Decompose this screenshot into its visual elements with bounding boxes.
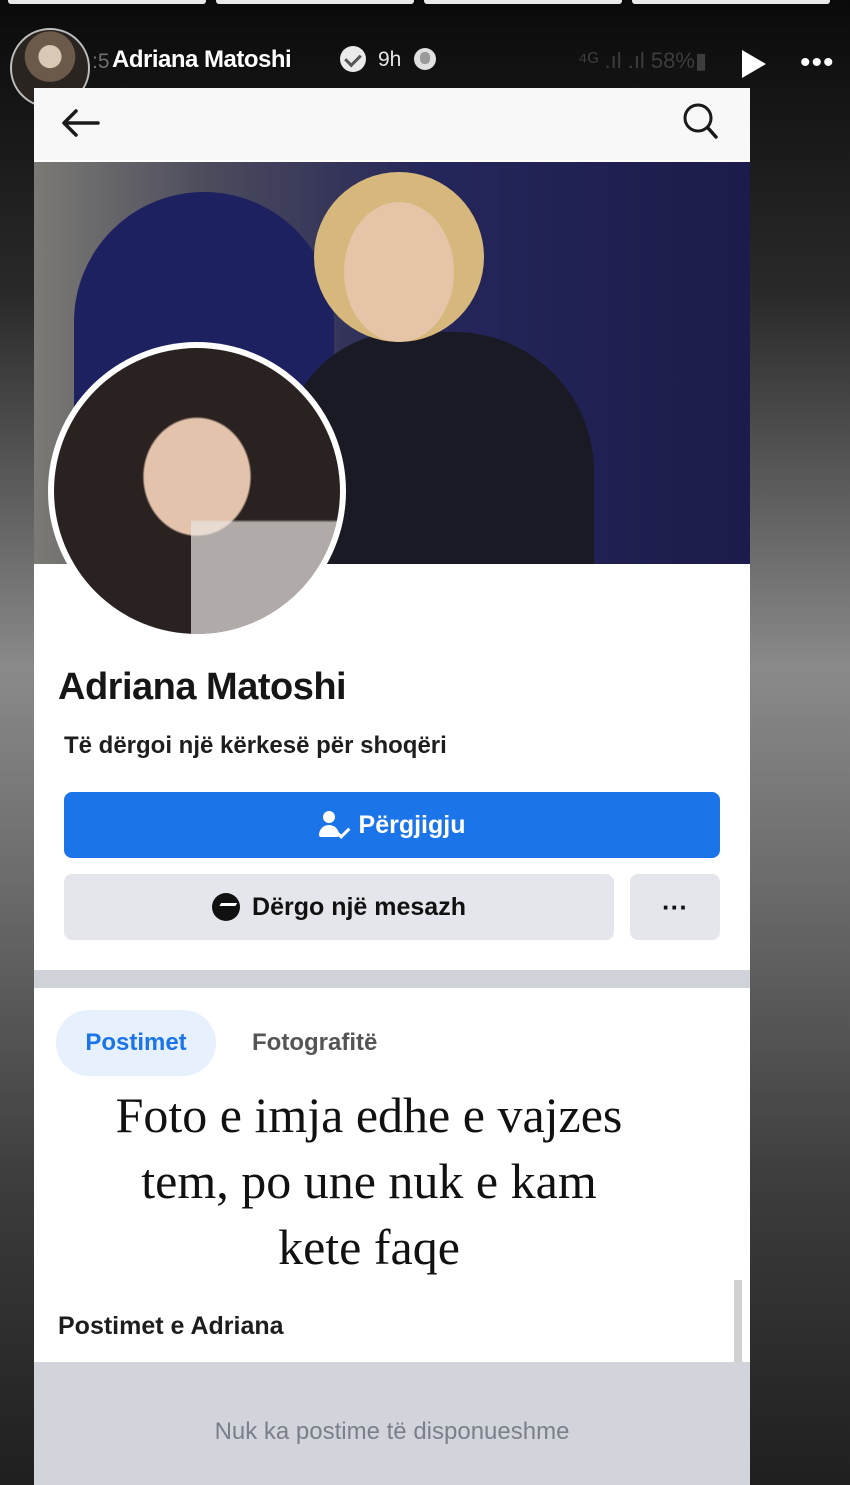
progress-segment — [216, 0, 414, 4]
progress-segment — [424, 0, 622, 4]
profile-picture[interactable] — [48, 342, 346, 640]
top-bar — [34, 88, 750, 160]
more-options-button[interactable]: ••• — [800, 48, 835, 78]
story-account-name[interactable]: Adriana Matoshi — [112, 46, 292, 74]
story-time: 9h — [378, 48, 402, 71]
tab-posts[interactable]: Postimet — [56, 1010, 216, 1076]
verified-badge-icon — [340, 46, 366, 72]
send-message-button[interactable]: Dërgo një mesazh — [64, 874, 614, 940]
progress-segment — [8, 0, 206, 4]
caption-line-2: tem, po une nuk e kam — [141, 1153, 597, 1209]
play-icon[interactable] — [742, 50, 766, 78]
status-indicators: ⁴ᴳ .ıl .ıl 58%▮ — [578, 48, 708, 73]
back-arrow-icon[interactable] — [60, 108, 100, 138]
respond-label: Përgjigju — [358, 810, 466, 839]
profile-screenshot: Adriana Matoshi Të dërgoi një kërkesë pë… — [34, 88, 750, 1485]
more-actions-button[interactable]: ··· — [630, 874, 720, 940]
caption-line-1: Foto e imja edhe e vajzes — [115, 1087, 623, 1143]
search-icon[interactable] — [682, 102, 718, 140]
messenger-icon — [212, 893, 241, 921]
story-caption: Foto e imja edhe e vajzes tem, po une nu… — [34, 1082, 704, 1280]
status-clock-fragment: :5 — [92, 50, 110, 73]
send-message-label: Dërgo një mesazh — [252, 892, 466, 921]
tab-photos[interactable]: Fotografitë — [252, 1010, 377, 1076]
progress-segment — [632, 0, 830, 4]
person-check-icon — [318, 811, 350, 839]
story-progress — [8, 0, 830, 5]
no-posts-message: Nuk ka postime të disponueshme — [214, 1418, 570, 1445]
caption-line-3: kete faqe — [278, 1219, 460, 1275]
friend-request-text: Të dërgoi një kërkesë për shoqëri — [64, 732, 447, 759]
section-divider — [34, 970, 750, 988]
profile-name: Adriana Matoshi — [58, 666, 347, 708]
respond-button[interactable]: Përgjigju — [64, 792, 720, 858]
globe-icon — [414, 48, 436, 70]
posts-section-title: Postimet e Adriana — [58, 1312, 284, 1340]
scrollbar[interactable] — [734, 1280, 742, 1362]
